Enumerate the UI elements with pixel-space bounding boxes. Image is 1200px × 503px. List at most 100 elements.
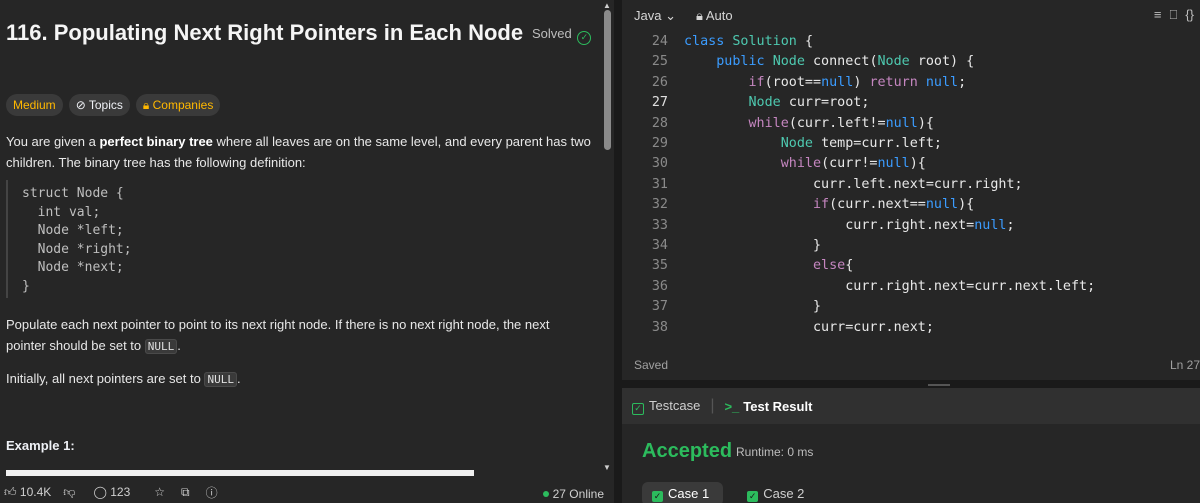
bookmark-icon[interactable]: ⎕ (1170, 7, 1178, 23)
case-label: Case 1 (668, 486, 710, 501)
description-paragraph-1: You are given a perfect binary tree wher… (6, 131, 606, 173)
like-button[interactable]: 👍︎ 10.4K (4, 485, 51, 500)
braces-icon[interactable]: {} (1185, 7, 1194, 23)
desc-text: . (236, 371, 241, 386)
scroll-down-arrow-icon[interactable]: ▼ (603, 463, 611, 472)
tag-row: Medium ⊘ Topics 🔒︎ Companies (6, 94, 221, 116)
code-line[interactable]: 26 if(root==null) return null; (622, 73, 1200, 93)
code-text[interactable]: if(root==null) return null; (684, 73, 967, 93)
code-line[interactable]: 36 curr.right.next=curr.next.left; (622, 277, 1200, 297)
topics-tag[interactable]: ⊘ Topics (68, 94, 130, 116)
online-label: 27 Online (552, 487, 604, 501)
code-text[interactable]: curr.left.next=curr.right; (684, 175, 1023, 195)
code-line[interactable]: 30 while(curr!=null){ (622, 154, 1200, 174)
code-line[interactable]: 32 if(curr.next==null){ (622, 195, 1200, 215)
code-line[interactable]: 37 } (622, 297, 1200, 317)
language-select[interactable]: Java ⌄ (634, 8, 676, 24)
topics-label: Topics (88, 98, 123, 112)
code-text[interactable]: class Solution { (684, 32, 813, 52)
line-number: 34 (651, 238, 668, 253)
line-number: 33 (651, 217, 668, 233)
code-line[interactable]: 35 else{ (622, 256, 1200, 276)
code-text[interactable]: curr.right.next=null; (684, 216, 1014, 236)
case-label: Case 2 (763, 486, 805, 501)
code-text[interactable]: while(curr!=null){ (684, 154, 926, 174)
line-number: 32 (651, 197, 668, 213)
star-icon[interactable]: ☆ (154, 485, 165, 499)
code-line[interactable]: 24 class Solution { (622, 32, 1200, 52)
tab-testcase-label: Testcase (649, 397, 701, 413)
code-text[interactable]: public Node connect(Node root) { (684, 52, 974, 72)
null-code: NULL (204, 372, 237, 387)
app-root: 116. Populating Next Right Pointers in E… (0, 0, 1200, 503)
chevron-down-icon: ⌄ (665, 8, 676, 23)
code-line[interactable]: 28 while(curr.left!=null){ (622, 114, 1200, 134)
code-text[interactable]: Node temp=curr.left; (684, 134, 942, 154)
help-icon[interactable]: ⓘ (206, 484, 218, 501)
panel-divider[interactable] (614, 0, 622, 503)
tab-testcase[interactable]: ✓ Testcase (632, 398, 700, 415)
line-number: 28 (651, 115, 668, 131)
cursor-position: Ln 27 (1169, 358, 1200, 372)
tab-test-result-label: Test Result (743, 398, 813, 414)
struct-code-block: struct Node { int val; Node *left; Node … (6, 180, 597, 298)
struct-code: struct Node { int val; Node *left; Node … (22, 186, 132, 294)
code-text[interactable]: curr=curr.next; (684, 318, 934, 338)
line-number: 27 (651, 95, 668, 111)
auto-mode[interactable]: 🔒︎ Auto (696, 8, 733, 24)
description-scrollbar[interactable] (604, 10, 611, 150)
code-editor[interactable]: Java ⌄ 🔒︎ Auto ≡ ⎕ {} 24 class Solution {… (622, 0, 1200, 380)
description-panel: 116. Populating Next Right Pointers in E… (0, 0, 614, 503)
line-number: 26 (651, 74, 668, 90)
code-text[interactable]: while(curr.left!=null){ (684, 114, 934, 134)
case-tabs: ✓ Case 1 ✓ Case 2 (642, 482, 818, 503)
tab-test-result[interactable]: >_ Test Result (724, 399, 812, 414)
language-label: Java (634, 8, 662, 23)
code-text[interactable]: Node curr=root; (684, 93, 870, 113)
checkbox-icon: ✓ (632, 402, 644, 415)
resize-handle[interactable] (928, 384, 950, 386)
code-line[interactable]: 29 Node temp=curr.left; (622, 134, 1200, 154)
terminal-icon: >_ (724, 398, 740, 414)
solved-label: Solved (532, 26, 572, 41)
code-text[interactable]: curr.right.next=curr.next.left; (684, 277, 1095, 297)
description-paragraph-2: Populate each next pointer to point to i… (6, 314, 606, 357)
code-text[interactable]: else{ (684, 256, 853, 276)
case-2-tab[interactable]: ✓ Case 2 (737, 482, 818, 503)
comments-button[interactable]: ◯ 123 (93, 485, 130, 499)
code-line[interactable]: 27 Node curr=root; (622, 93, 1200, 113)
editor-actions: ≡ ⎕ {} (1154, 7, 1194, 23)
case-1-tab[interactable]: ✓ Case 1 (642, 482, 724, 503)
code-line[interactable]: 25 public Node connect(Node root) { (622, 52, 1200, 72)
code-line[interactable]: 33 curr.right.next=null; (622, 216, 1200, 236)
editor-header: Java ⌄ 🔒︎ Auto ≡ ⎕ {} (622, 0, 1200, 30)
code-text[interactable]: } (684, 236, 821, 256)
code-line[interactable]: 34 } (622, 236, 1200, 256)
test-tabs: ✓ Testcase | >_ Test Result (622, 388, 1200, 424)
comment-icon: ◯ (93, 485, 107, 499)
code-line[interactable]: 31 curr.left.next=curr.right; (622, 175, 1200, 195)
test-panel: ✓ Testcase | >_ Test Result Accepted Runti… (622, 388, 1200, 503)
dislike-icon[interactable]: 👎︎ (63, 485, 75, 500)
scroll-up-arrow-icon[interactable]: ▲ (603, 1, 611, 10)
desc-text: Populate each next pointer to point to i… (6, 317, 550, 332)
line-number: 31 (651, 176, 668, 192)
line-number: 30 (651, 156, 668, 172)
desc-text: You are given a (6, 134, 100, 149)
null-code: NULL (144, 339, 178, 354)
comment-count: 123 (110, 485, 131, 499)
code-line[interactable]: 38 curr=curr.next; (622, 318, 1200, 338)
difficulty-badge[interactable]: Medium (6, 94, 63, 116)
share-icon[interactable]: ⧉ (181, 485, 190, 500)
code-text[interactable]: if(curr.next==null){ (684, 195, 974, 215)
code-text[interactable]: } (684, 297, 821, 317)
check-icon: ✓ (652, 491, 663, 502)
line-number: 35 (651, 258, 668, 274)
companies-tag[interactable]: 🔒︎ Companies (135, 94, 221, 116)
example-image (6, 470, 474, 476)
format-icon[interactable]: ≡ (1154, 7, 1162, 23)
thumbs-up-icon: 👍︎ (4, 484, 17, 499)
mode-label: Auto (705, 8, 733, 23)
line-number: 25 (651, 54, 668, 70)
line-number: 37 (651, 299, 668, 315)
